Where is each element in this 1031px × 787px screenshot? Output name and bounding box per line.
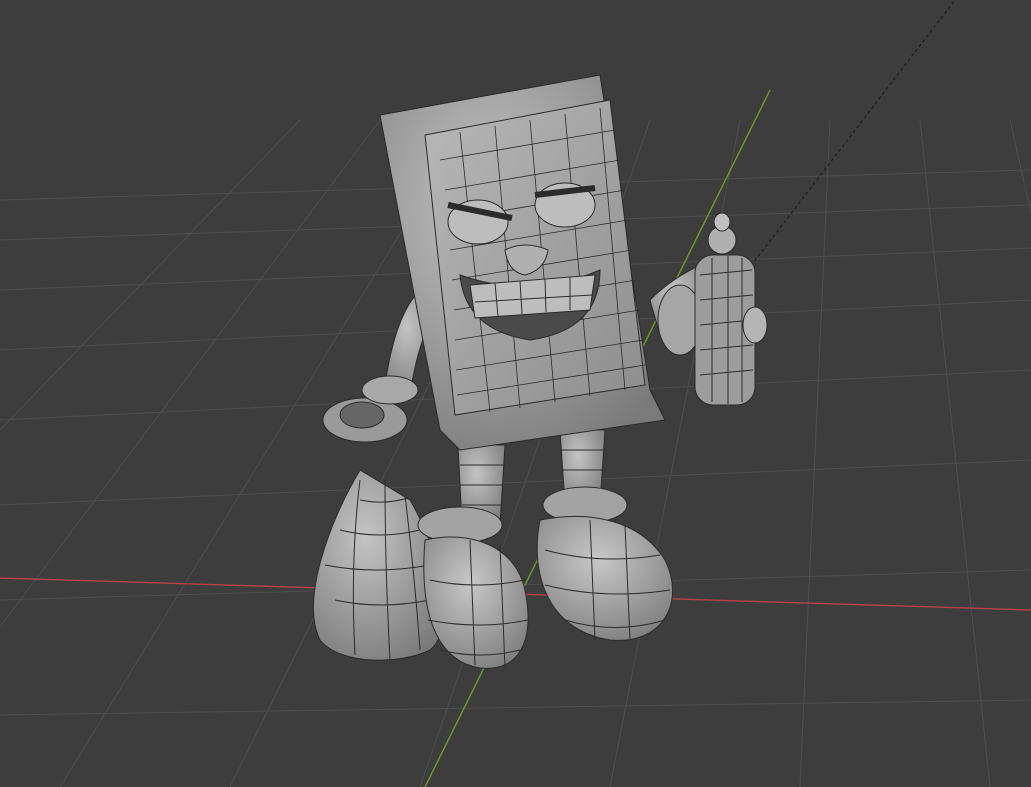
camera-guide-line bbox=[739, 0, 956, 281]
viewport-canvas[interactable] bbox=[0, 0, 1031, 787]
left-shoe-mesh bbox=[423, 536, 529, 669]
spray-can-mesh bbox=[694, 212, 768, 406]
3d-viewport[interactable] bbox=[0, 0, 1031, 787]
right-shoe-mesh bbox=[536, 515, 674, 641]
